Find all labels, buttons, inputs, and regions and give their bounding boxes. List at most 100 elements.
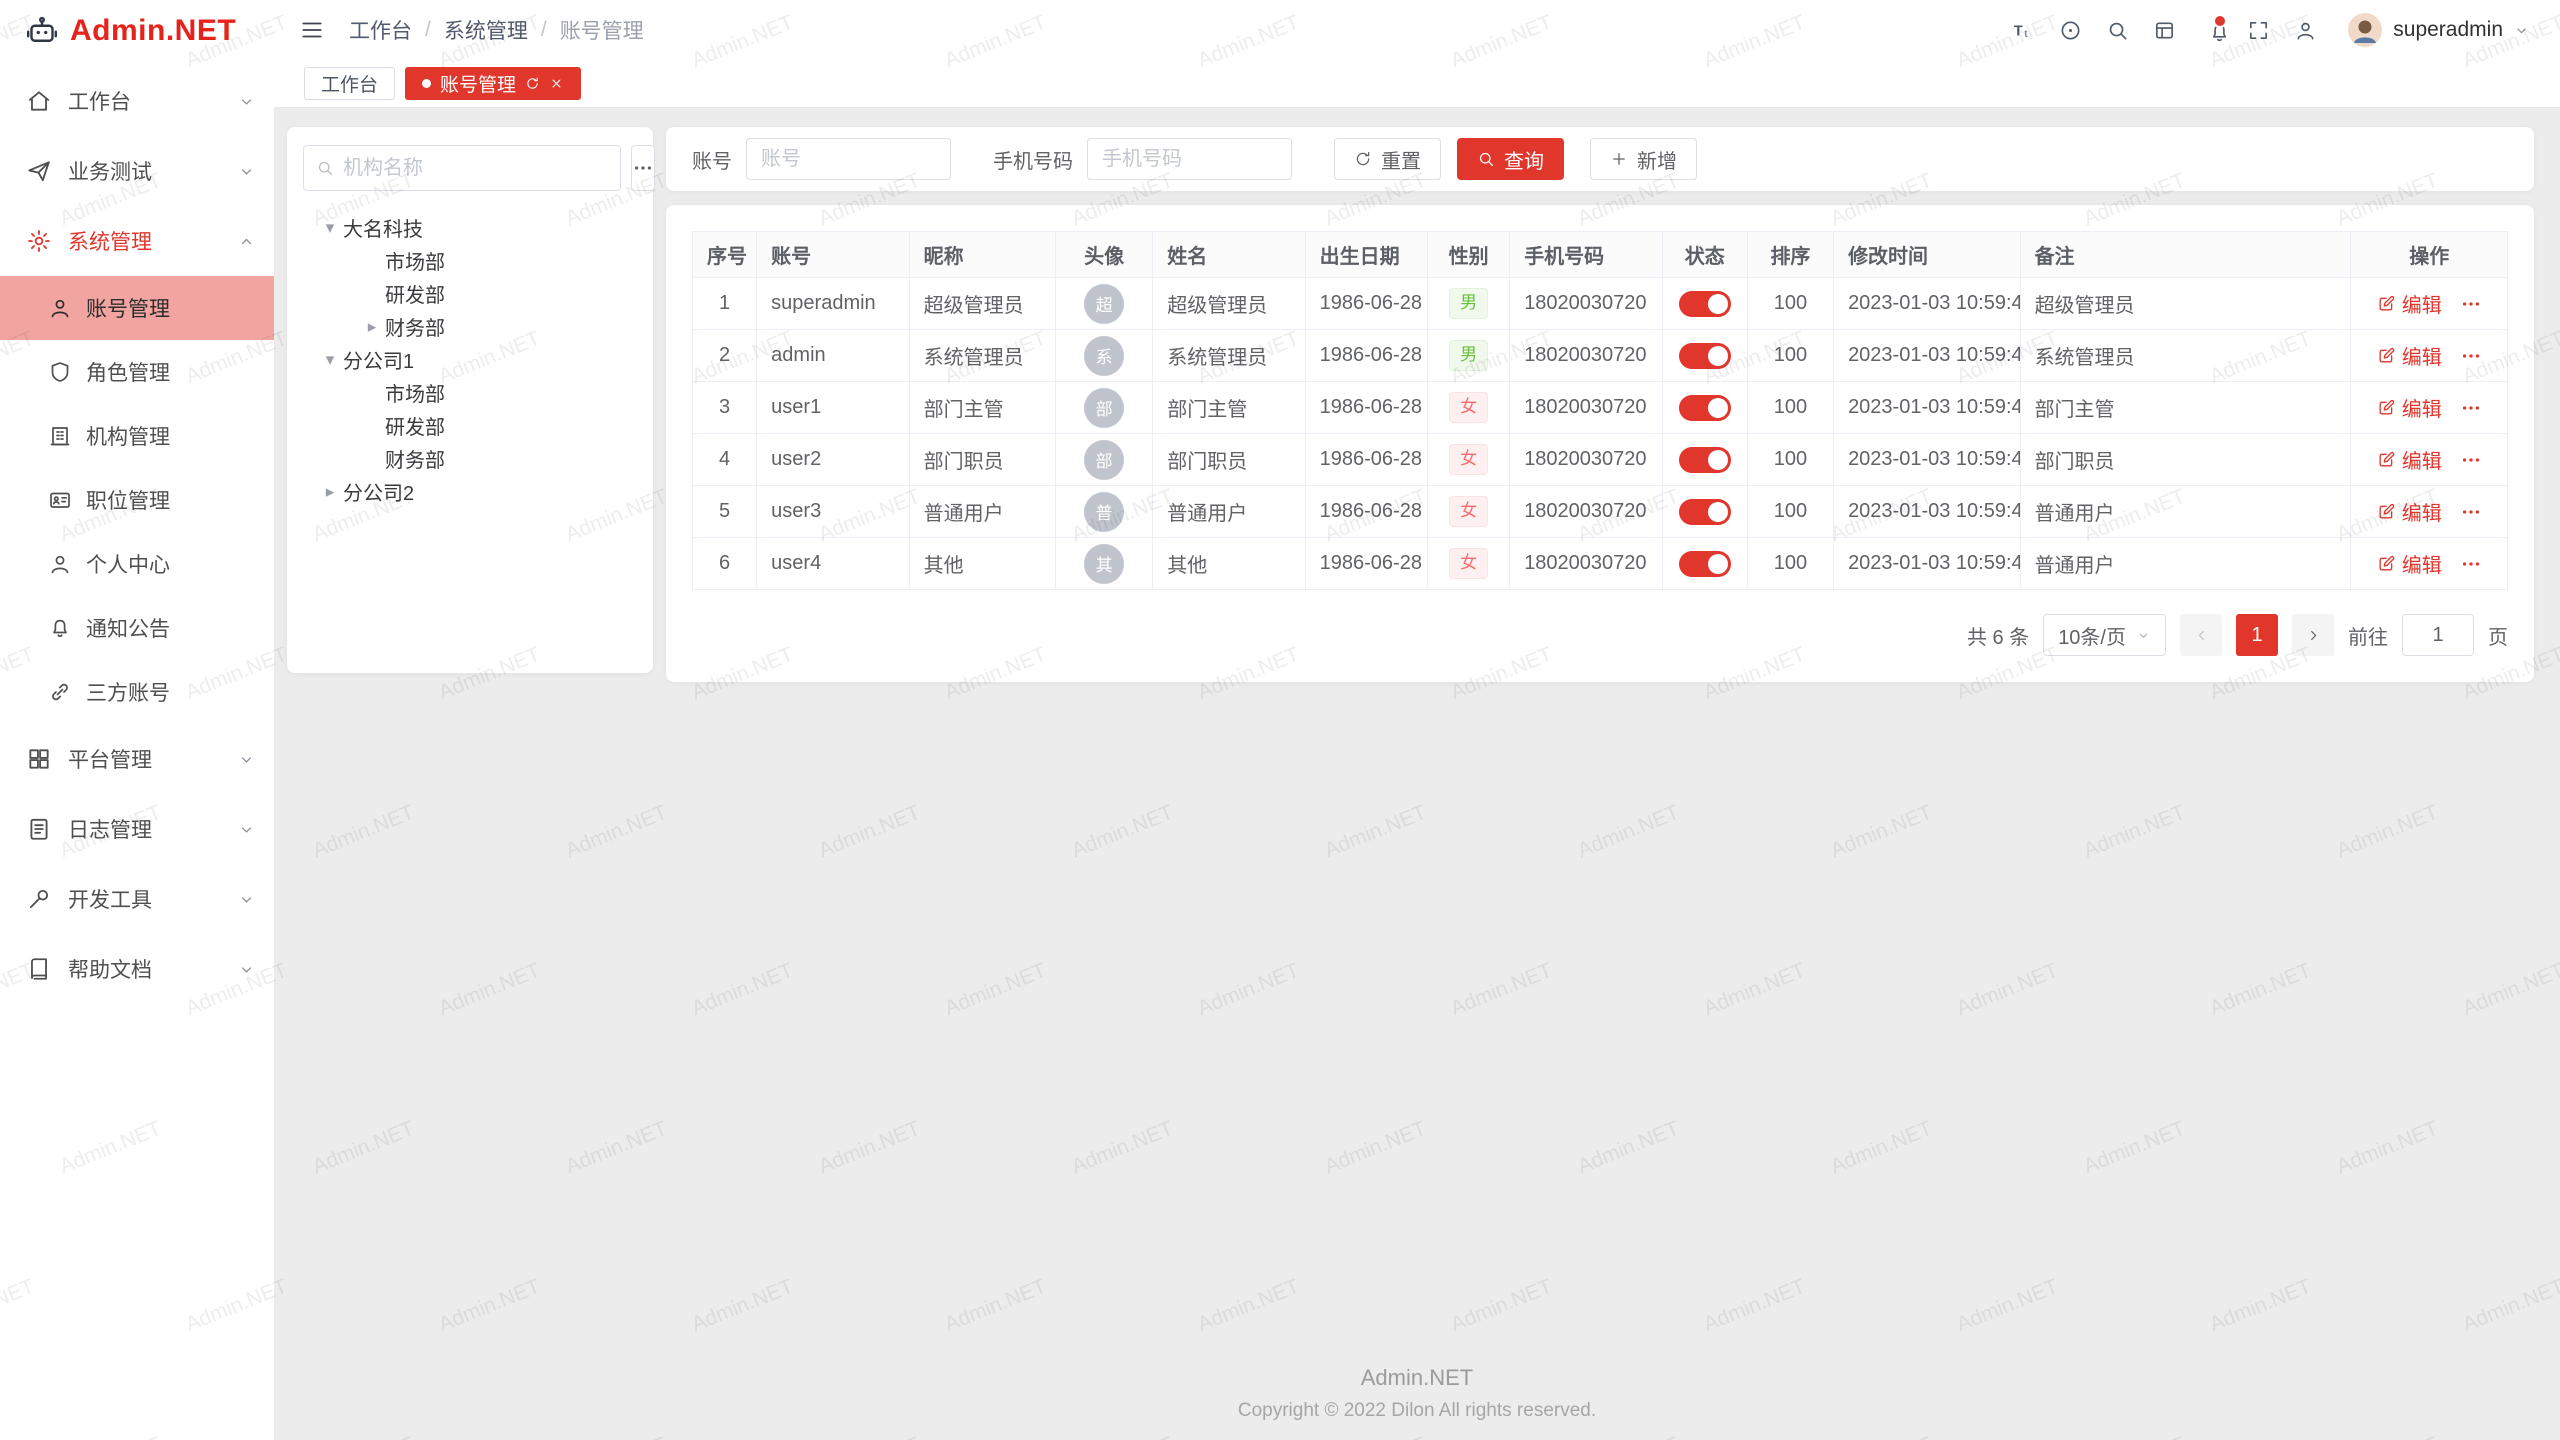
cell-nickname: 部门主管: [909, 382, 1055, 434]
status-toggle[interactable]: [1679, 291, 1731, 317]
cell-status: [1662, 486, 1747, 538]
cell-action: 编辑: [2351, 382, 2508, 434]
breadcrumb-item[interactable]: 工作台: [349, 15, 412, 45]
chevron-down-icon: [2513, 22, 2530, 39]
sidebar-item-workbench[interactable]: 工作台: [0, 66, 274, 136]
refresh-icon[interactable]: [525, 76, 540, 91]
status-toggle[interactable]: [1679, 499, 1731, 525]
cell-birth: 1986-06-28: [1305, 434, 1427, 486]
page-suffix: 页: [2488, 621, 2508, 650]
account-input[interactable]: [746, 138, 951, 180]
sidebar-item-log-manage[interactable]: 日志管理: [0, 794, 274, 864]
tree-more-button[interactable]: [631, 145, 655, 191]
close-icon[interactable]: [549, 76, 564, 91]
sidebar-item-business-test[interactable]: 业务测试: [0, 136, 274, 206]
add-button[interactable]: 新增: [1590, 138, 1697, 180]
sidebar-item-system-manage[interactable]: 系统管理: [0, 206, 274, 276]
tab-workbench[interactable]: 工作台: [304, 67, 395, 100]
plus-icon: [1610, 150, 1628, 168]
language-icon[interactable]: [2057, 17, 2083, 43]
cell-sort: 100: [1747, 538, 1833, 590]
brand-logo[interactable]: Admin.NET: [0, 0, 274, 62]
wrench-icon: [26, 886, 52, 912]
table-row: 2admin系统管理员系系统管理员1986-06-28男180200307201…: [693, 330, 2508, 382]
next-page-button[interactable]: [2292, 614, 2334, 656]
sidebar-item-position-manage[interactable]: 职位管理: [0, 468, 274, 532]
row-more-button[interactable]: [2460, 397, 2482, 419]
sidebar-item-help-docs[interactable]: 帮助文档: [0, 934, 274, 1004]
prev-page-button[interactable]: [2180, 614, 2222, 656]
topbar-tools: Tt superadmin: [2010, 12, 2530, 48]
idcard-icon: [48, 488, 72, 512]
phone-input[interactable]: [1087, 138, 1292, 180]
tree-node[interactable]: ▸分公司2: [303, 475, 637, 508]
collapse-menu-icon[interactable]: [299, 17, 325, 43]
sidebar-item-role-manage[interactable]: 角色管理: [0, 340, 274, 404]
sidebar-item-personal-center[interactable]: 个人中心: [0, 532, 274, 596]
caret-right-icon[interactable]: ▸: [317, 482, 343, 502]
edit-button[interactable]: 编辑: [2377, 549, 2442, 578]
row-more-button[interactable]: [2460, 293, 2482, 315]
caret-right-icon[interactable]: ▸: [359, 317, 385, 337]
cell-index: 2: [693, 330, 757, 382]
sidebar-item-account-manage[interactable]: 账号管理: [0, 276, 274, 340]
tree-node[interactable]: 市场部: [303, 376, 637, 409]
cell-action: 编辑: [2351, 278, 2508, 330]
row-more-button[interactable]: [2460, 553, 2482, 575]
cell-remark: 普通用户: [2020, 538, 2351, 590]
search-icon[interactable]: [2104, 17, 2130, 43]
cell-modified: 2023-01-03 10:59:44: [1834, 434, 2021, 486]
caret-down-icon[interactable]: ▾: [317, 350, 343, 370]
edit-button[interactable]: 编辑: [2377, 341, 2442, 370]
account-label: 账号: [692, 145, 732, 174]
sidebar-item-platform-manage[interactable]: 平台管理: [0, 724, 274, 794]
tree-node[interactable]: ▾分公司1: [303, 343, 637, 376]
tree-node-label: 研发部: [385, 411, 445, 440]
goto-page-input[interactable]: [2402, 614, 2474, 656]
edit-button[interactable]: 编辑: [2377, 289, 2442, 318]
caret-down-icon[interactable]: ▾: [317, 218, 343, 238]
tree-node[interactable]: 研发部: [303, 277, 637, 310]
cell-name: 部门主管: [1153, 382, 1305, 434]
status-toggle[interactable]: [1679, 447, 1731, 473]
sidebar-item-notice[interactable]: 通知公告: [0, 596, 274, 660]
user-avatar: 部: [1084, 440, 1124, 480]
sidebar-item-org-manage[interactable]: 机构管理: [0, 404, 274, 468]
profile-icon[interactable]: [2292, 17, 2318, 43]
row-more-button[interactable]: [2460, 449, 2482, 471]
cell-name: 其他: [1153, 538, 1305, 590]
tree-node[interactable]: ▾大名科技: [303, 211, 637, 244]
tab-account-manage[interactable]: 账号管理: [405, 67, 581, 100]
query-button[interactable]: 查询: [1457, 138, 1564, 180]
tree-node[interactable]: 市场部: [303, 244, 637, 277]
status-toggle[interactable]: [1679, 343, 1731, 369]
org-search-input[interactable]: [343, 157, 608, 180]
chevron-down-icon: [237, 890, 256, 909]
sidebar-item-third-account[interactable]: 三方账号: [0, 660, 274, 724]
user-menu[interactable]: superadmin: [2347, 12, 2530, 48]
tree-node[interactable]: 研发部: [303, 409, 637, 442]
tree-node[interactable]: ▸财务部: [303, 310, 637, 343]
row-more-button[interactable]: [2460, 501, 2482, 523]
status-toggle[interactable]: [1679, 395, 1731, 421]
breadcrumb-item[interactable]: 系统管理: [444, 15, 528, 45]
edit-button[interactable]: 编辑: [2377, 445, 2442, 474]
page-number-button[interactable]: 1: [2236, 614, 2278, 656]
fullscreen-icon[interactable]: [2245, 17, 2271, 43]
edit-button[interactable]: 编辑: [2377, 497, 2442, 526]
sidebar-item-dev-tools[interactable]: 开发工具: [0, 864, 274, 934]
page-size-select[interactable]: 10条/页: [2043, 614, 2166, 656]
notification-bell-icon[interactable]: [2198, 17, 2224, 43]
font-size-icon[interactable]: Tt: [2010, 17, 2036, 43]
cell-action: 编辑: [2351, 330, 2508, 382]
breadcrumb: 工作台/系统管理/账号管理: [349, 15, 644, 45]
username: superadmin: [2393, 18, 2503, 42]
edit-button[interactable]: 编辑: [2377, 393, 2442, 422]
table-row: 6user4其他其其他1986-06-28女180200307201002023…: [693, 538, 2508, 590]
status-toggle[interactable]: [1679, 551, 1731, 577]
tree-node[interactable]: 财务部: [303, 442, 637, 475]
row-more-button[interactable]: [2460, 345, 2482, 367]
theme-icon[interactable]: [2151, 17, 2177, 43]
reset-button[interactable]: 重置: [1334, 138, 1441, 180]
cell-modified: 2023-01-03 10:59:44: [1834, 330, 2021, 382]
